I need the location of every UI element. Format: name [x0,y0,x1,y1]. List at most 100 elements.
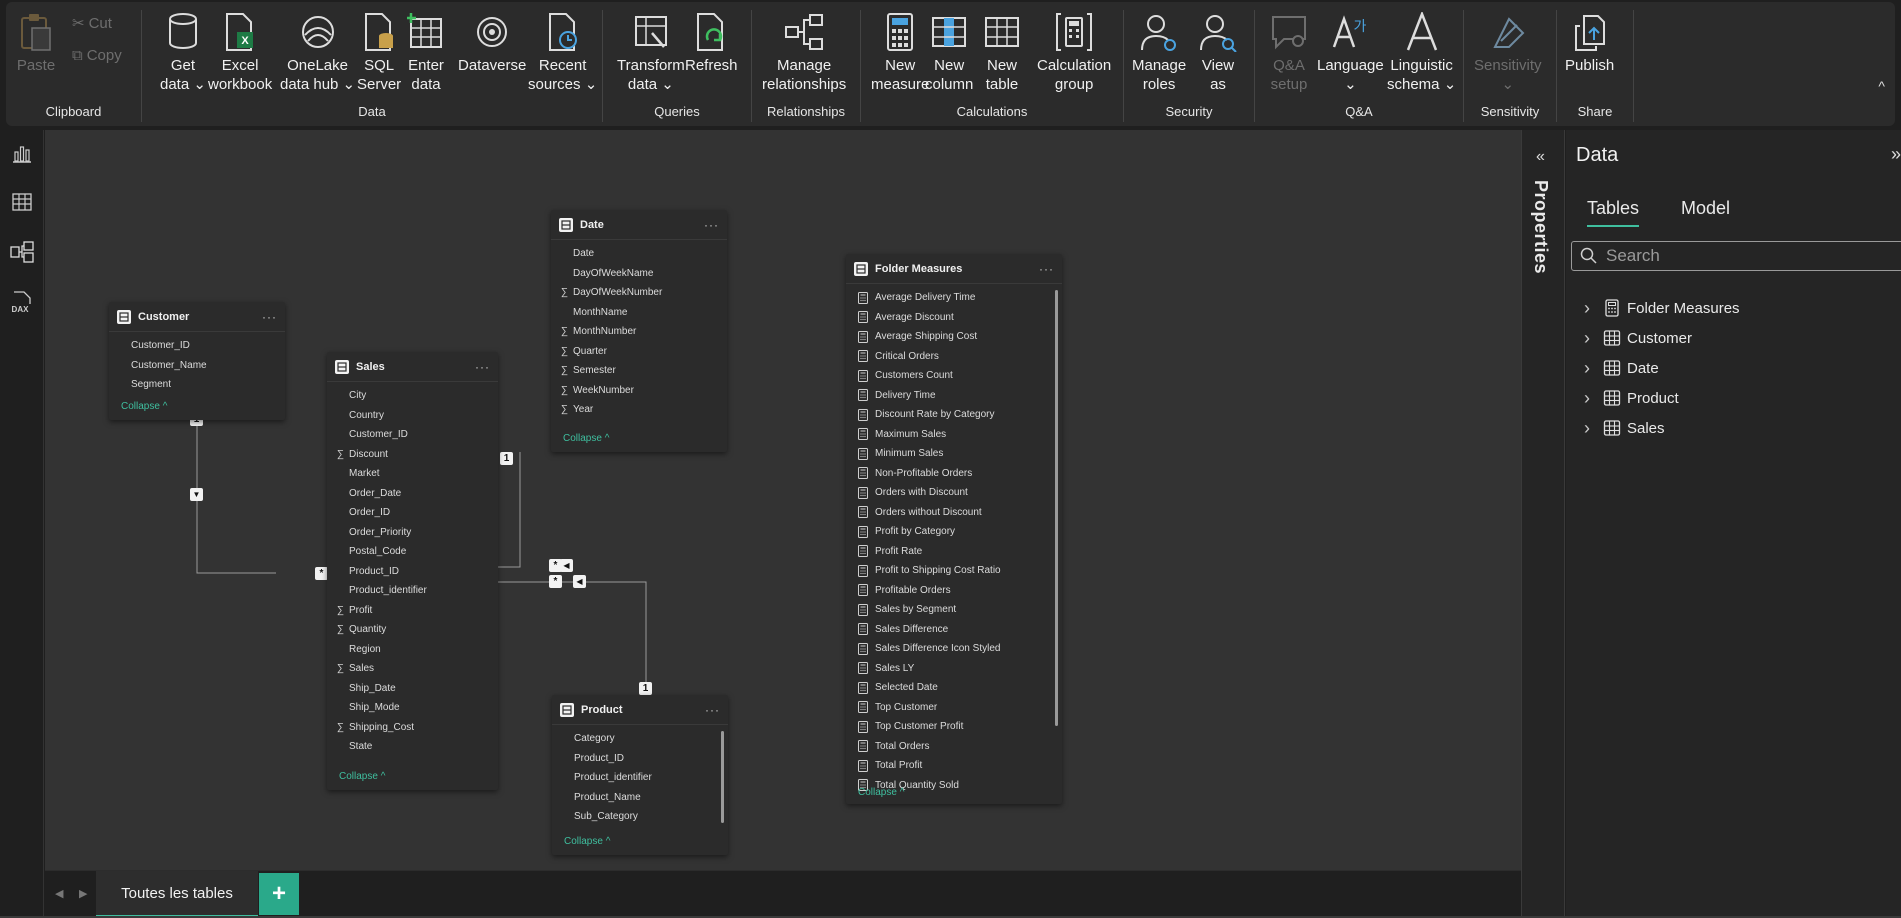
onelake-button[interactable]: OneLake data hub ⌄ [280,10,355,94]
field-row[interactable]: Product_ID [327,562,498,582]
table-card-sales[interactable]: Sales ··· City Country Customer_ID ∑ Discoun… [327,352,498,790]
field-row[interactable]: Region [327,640,498,660]
collapse-data-pane-icon[interactable]: » [1891,144,1901,165]
field-row[interactable]: Market [327,464,498,484]
transform-data-button[interactable]: Transform data ⌄ [617,10,685,94]
collapse-ribbon-chevron-icon[interactable]: ^ [1878,78,1885,94]
field-row[interactable]: Segment [109,375,285,395]
measure-row[interactable]: Average Shipping Cost [846,327,1062,347]
field-row[interactable]: ∑ Profit [327,601,498,621]
tab-model[interactable]: Model [1681,198,1730,219]
measure-row[interactable]: Total Profit [846,756,1062,776]
table-card-header[interactable]: Folder Measures ··· [846,254,1062,284]
search-input[interactable] [1606,246,1886,266]
field-row[interactable]: Ship_Date [327,679,498,699]
field-row[interactable]: Order_ID [327,503,498,523]
field-row[interactable]: ∑ MonthNumber [551,322,727,342]
calculation-group-button[interactable]: Calculation group [1037,10,1111,94]
filter-direction-down-icon[interactable]: ▼ [190,488,203,501]
field-row[interactable]: ∑ WeekNumber [551,381,727,401]
field-row[interactable]: ∑ Quarter [551,342,727,362]
more-options-icon[interactable]: ··· [1039,262,1054,276]
scroll-right-icon[interactable]: ▶ [79,887,87,900]
table-card-folder-measures[interactable]: Folder Measures ··· Average Delivery Tim… [846,254,1062,804]
data-table-item[interactable]: › Date [1584,356,1659,380]
collapse-link[interactable]: Collapse ^ [339,771,385,782]
qa-setup-button[interactable]: Q&A setup [1267,10,1311,94]
chevron-right-icon[interactable]: › [1584,358,1598,379]
measure-row[interactable]: Selected Date [846,678,1062,698]
paste-button[interactable]: Paste [14,10,58,75]
field-row[interactable]: Sub_Category [552,807,728,827]
measure-row[interactable]: Profit by Category [846,522,1062,542]
add-layout-button[interactable]: + [259,873,299,915]
expand-properties-icon[interactable]: « [1536,148,1545,166]
data-table-item[interactable]: › Customer [1584,326,1692,350]
tab-tables[interactable]: Tables [1587,198,1640,227]
measure-row[interactable]: Orders without Discount [846,503,1062,523]
field-row[interactable]: Product_identifier [552,768,728,788]
new-table-button[interactable]: New table [980,10,1024,94]
refresh-button[interactable]: Refresh [685,10,738,75]
table-card-header[interactable]: Customer ··· [109,302,285,332]
field-row[interactable]: Product_Name [552,788,728,808]
measure-row[interactable]: Sales Difference Icon Styled [846,639,1062,659]
dax-query-view-icon[interactable]: DAX [8,288,36,316]
field-row[interactable]: Customer_Name [109,356,285,376]
measure-row[interactable]: Sales by Segment [846,600,1062,620]
more-options-icon[interactable]: ··· [704,218,719,232]
manage-relationships-button[interactable]: Manage relationships [762,10,846,94]
collapse-link[interactable]: Collapse ^ [563,433,609,444]
relationship-line-customer-sales[interactable] [196,420,276,574]
field-row[interactable]: ∑ Shipping_Cost [327,718,498,738]
chevron-right-icon[interactable]: › [1584,418,1598,439]
measure-row[interactable]: Non-Profitable Orders [846,464,1062,484]
collapse-link[interactable]: Collapse ^ [121,401,167,412]
filter-direction-left-icon[interactable]: ◀ [573,575,586,588]
table-view-icon[interactable] [8,188,36,216]
measure-row[interactable]: Customers Count [846,366,1062,386]
field-row[interactable]: ∑ Year [551,400,727,420]
field-row[interactable]: DayOfWeekName [551,264,727,284]
field-row[interactable]: ∑ Semester [551,361,727,381]
new-measure-button[interactable]: New measure [871,10,929,94]
table-card-header[interactable]: Date ··· [551,210,727,240]
table-card-date[interactable]: Date ··· Date DayOfWeekName ∑ DayOfWeekNumb… [551,210,727,452]
get-data-button[interactable]: Get data ⌄ [160,10,206,94]
sql-server-button[interactable]: SQL Server [357,10,401,94]
more-options-icon[interactable]: ··· [262,310,277,324]
properties-title[interactable]: Properties [1530,180,1551,274]
field-row[interactable]: Ship_Mode [327,698,498,718]
measure-row[interactable]: Maximum Sales [846,425,1062,445]
publish-button[interactable]: Publish [1565,10,1614,75]
filter-direction-left-icon[interactable]: ◀ [560,559,573,572]
scrollbar[interactable] [721,731,724,823]
model-view-icon[interactable] [8,238,36,266]
report-view-icon[interactable] [8,140,36,168]
measure-row[interactable]: Top Customer Profit [846,717,1062,737]
field-row[interactable]: Postal_Code [327,542,498,562]
dataverse-button[interactable]: Dataverse [458,10,526,75]
measure-row[interactable]: Total Orders [846,737,1062,757]
field-row[interactable]: Product_ID [552,749,728,769]
field-row[interactable]: Customer_ID [327,425,498,445]
data-table-item[interactable]: › Sales [1584,416,1665,440]
collapse-link[interactable]: Collapse ^ [564,836,610,847]
excel-workbook-button[interactable]: X Excel workbook [208,10,272,94]
measure-row[interactable]: Profitable Orders [846,581,1062,601]
field-row[interactable]: MonthName [551,303,727,323]
field-row[interactable]: Order_Date [327,484,498,504]
chevron-right-icon[interactable]: › [1584,388,1598,409]
field-row[interactable]: Product_identifier [327,581,498,601]
field-row[interactable]: Category [552,729,728,749]
data-table-item[interactable]: › Folder Measures [1584,296,1740,320]
measure-row[interactable]: Average Discount [846,308,1062,328]
field-row[interactable]: Order_Priority [327,523,498,543]
cut-button[interactable]: ✂ Cut [72,14,112,33]
measure-row[interactable]: Orders with Discount [846,483,1062,503]
scroll-left-icon[interactable]: ◀ [55,887,63,900]
measure-row[interactable]: Profit Rate [846,542,1062,562]
data-table-item[interactable]: › Product [1584,386,1679,410]
tab-all-tables[interactable]: Toutes les tables [96,871,258,917]
measure-row[interactable]: Sales LY [846,659,1062,679]
